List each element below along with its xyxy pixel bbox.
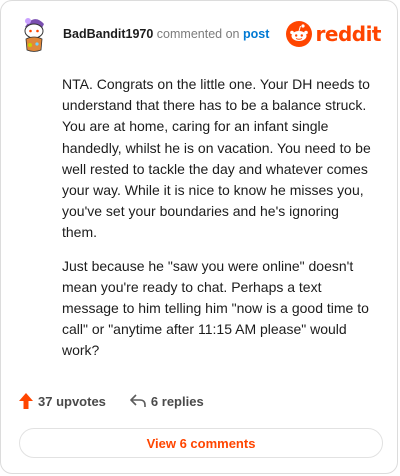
commented-on-text: commented on [156,27,240,41]
reddit-logo-icon [285,21,312,47]
reddit-wordmark: reddit [315,22,382,46]
upvote-arrow-icon [19,393,33,409]
comment-paragraph: NTA. Congrats on the little one. Your DH… [62,76,371,241]
replies-button[interactable]: 6 replies [130,394,204,409]
replies-count: 6 replies [150,393,204,409]
comment-body: NTA. Congrats on the little one. Your DH… [62,74,375,374]
reply-arrow-icon [130,394,146,407]
reddit-logo[interactable]: reddit [285,21,382,47]
comment-paragraph: Just because he "saw you were online" do… [62,257,369,359]
comment-actions: 37 upvotes 6 replies [19,393,204,409]
author-name[interactable]: BadBandit1970 [63,27,153,41]
view-comments-button[interactable]: View 6 comments [19,428,383,458]
comment-header: BadBandit1970 commented on post reddit [17,15,382,53]
snoo-avatar-icon[interactable] [17,15,51,53]
upvote-button[interactable]: 37 upvotes [19,393,106,409]
comment-meta: BadBandit1970 commented on post [63,27,269,41]
comment-card: BadBandit1970 commented on post reddit N… [0,0,398,474]
upvote-count: 37 upvotes [38,393,106,409]
post-link[interactable]: post [243,27,269,41]
